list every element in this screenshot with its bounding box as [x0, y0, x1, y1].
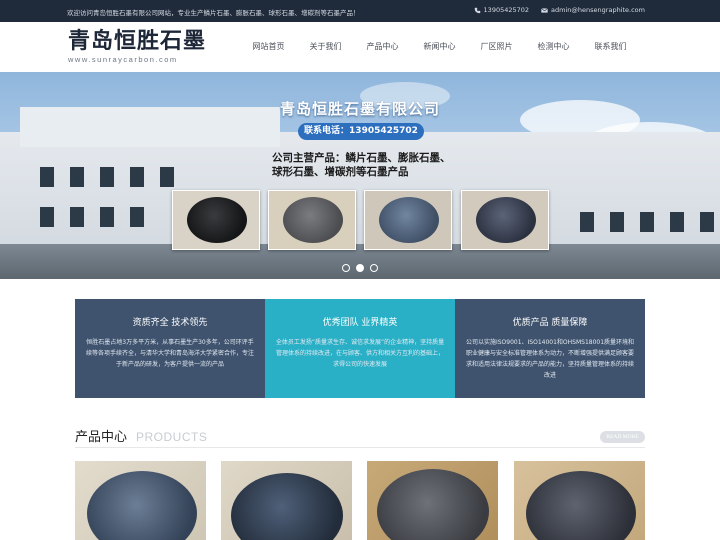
logo-url: www.sunraycarbon.com — [68, 55, 178, 64]
banner-window — [160, 167, 174, 187]
banner-products-line-2: 球形石墨、增碳剂等石墨产品 — [272, 166, 409, 178]
product-grid — [75, 461, 645, 540]
banner-sample-2 — [268, 190, 356, 250]
product-card-1[interactable] — [75, 461, 206, 540]
banner-sample-1 — [172, 190, 260, 250]
nav-products[interactable]: 产品中心 — [354, 41, 411, 52]
feature-title: 资质齐全 技术领先 — [132, 318, 208, 328]
nav-testing[interactable]: 检测中心 — [525, 41, 582, 52]
banner-window — [640, 212, 654, 232]
nav-contact[interactable]: 联系我们 — [582, 41, 639, 52]
banner-window — [70, 207, 84, 227]
banner-window — [700, 212, 714, 232]
feature-desc: 恒胜石墨占地3万多平方米，从事石墨生产30多年，公司环评手续等各项手续齐全，与清… — [85, 339, 254, 368]
nav-news[interactable]: 新闻中心 — [411, 41, 468, 52]
section-title: 产品中心 — [75, 430, 128, 445]
top-phone[interactable]: 13905425702 — [474, 6, 530, 14]
header: 青岛恒胜石墨 www.sunraycarbon.com 网站首页 关于我们 产品… — [0, 22, 720, 72]
banner-window — [100, 167, 114, 187]
banner-window — [100, 207, 114, 227]
top-bar: 欢迎访问青岛恒胜石墨有限公司网站，专业生产鳞片石墨、膨胀石墨、球形石墨、增碳剂等… — [0, 0, 720, 22]
phone-icon — [474, 7, 480, 13]
logo[interactable]: 青岛恒胜石墨 www.sunraycarbon.com — [68, 29, 207, 65]
main-nav: 网站首页 关于我们 产品中心 新闻中心 厂区照片 检测中心 联系我们 — [240, 41, 639, 52]
banner-company-name: 青岛恒胜石墨有限公司 — [280, 100, 441, 118]
mail-icon — [541, 7, 548, 13]
graphite-pile — [379, 197, 439, 243]
logo-name: 青岛恒胜石墨 — [68, 29, 207, 54]
product-card-2[interactable] — [221, 461, 352, 540]
banner-window — [40, 167, 54, 187]
welcome-text: 欢迎访问青岛恒胜石墨有限公司网站，专业生产鳞片石墨、膨胀石墨、球形石墨、增碳剂等… — [67, 9, 360, 17]
banner-window — [670, 212, 684, 232]
nav-home[interactable]: 网站首页 — [240, 41, 297, 52]
feature-desc: 公司以实施ISO9001、ISO14001和OHSMS18001质量环境和职业健… — [465, 339, 635, 379]
banner-products-text: 公司主营产品：鳞片石墨、膨胀石墨、 球形石墨、增碳剂等石墨产品 — [272, 151, 451, 179]
banner-window — [70, 167, 84, 187]
feature-desc: 全体员工发扬“质量求生存、诚信求发展”的企业精神，坚持质量管理体系的持续改进，在… — [275, 339, 445, 368]
product-card-3[interactable] — [367, 461, 498, 540]
feature-title: 优秀团队 业界精英 — [322, 318, 398, 328]
section-divider — [75, 447, 645, 448]
graphite-pile — [283, 197, 343, 243]
banner-window — [130, 167, 144, 187]
top-email[interactable]: admin@hensengraphite.com — [541, 6, 645, 14]
top-email-address: admin@hensengraphite.com — [551, 6, 645, 14]
slider-dot-2[interactable] — [356, 264, 364, 272]
graphite-pile — [476, 197, 536, 243]
banner-sample-4 — [461, 190, 549, 250]
nav-about[interactable]: 关于我们 — [297, 41, 354, 52]
slider-dot-1[interactable] — [342, 264, 350, 272]
banner-products-line-1: 公司主营产品：鳞片石墨、膨胀石墨、 — [272, 152, 451, 164]
banner-window — [610, 212, 624, 232]
banner-window — [40, 207, 54, 227]
feature-qualification: 资质齐全 技术领先 恒胜石墨占地3万多平方米，从事石墨生产30多年，公司环评手续… — [75, 299, 265, 398]
banner-building-roof — [20, 107, 280, 147]
top-phone-number: 13905425702 — [483, 6, 530, 14]
banner-window — [130, 207, 144, 227]
product-card-4[interactable] — [514, 461, 645, 540]
feature-quality: 优质产品 质量保障 公司以实施ISO9001、ISO14001和OHSMS180… — [455, 299, 645, 398]
banner-ground — [0, 244, 720, 279]
feature-boxes: 资质齐全 技术领先 恒胜石墨占地3万多平方米，从事石墨生产30多年，公司环评手续… — [75, 299, 645, 398]
slider-dot-3[interactable] — [370, 264, 378, 272]
section-title-en: PRODUCTS — [136, 430, 208, 444]
banner-sample-3 — [364, 190, 452, 250]
feature-title: 优质产品 质量保障 — [512, 318, 588, 328]
products-section-header: 产品中心 PRODUCTS READ MORE — [75, 426, 645, 448]
hero-banner[interactable]: 青岛恒胜石墨有限公司 联系电话：13905425702 公司主营产品：鳞片石墨、… — [0, 72, 720, 279]
graphite-pile — [187, 197, 247, 243]
top-contact: 13905425702 admin@hensengraphite.com — [474, 6, 645, 14]
banner-window — [580, 212, 594, 232]
slider-dots — [342, 264, 378, 272]
feature-team: 优秀团队 业界精英 全体员工发扬“质量求生存、诚信求发展”的企业精神，坚持质量管… — [265, 299, 455, 398]
banner-phone: 联系电话：13905425702 — [298, 123, 424, 140]
read-more-button[interactable]: READ MORE — [600, 431, 645, 443]
nav-factory-photos[interactable]: 厂区照片 — [468, 41, 525, 52]
